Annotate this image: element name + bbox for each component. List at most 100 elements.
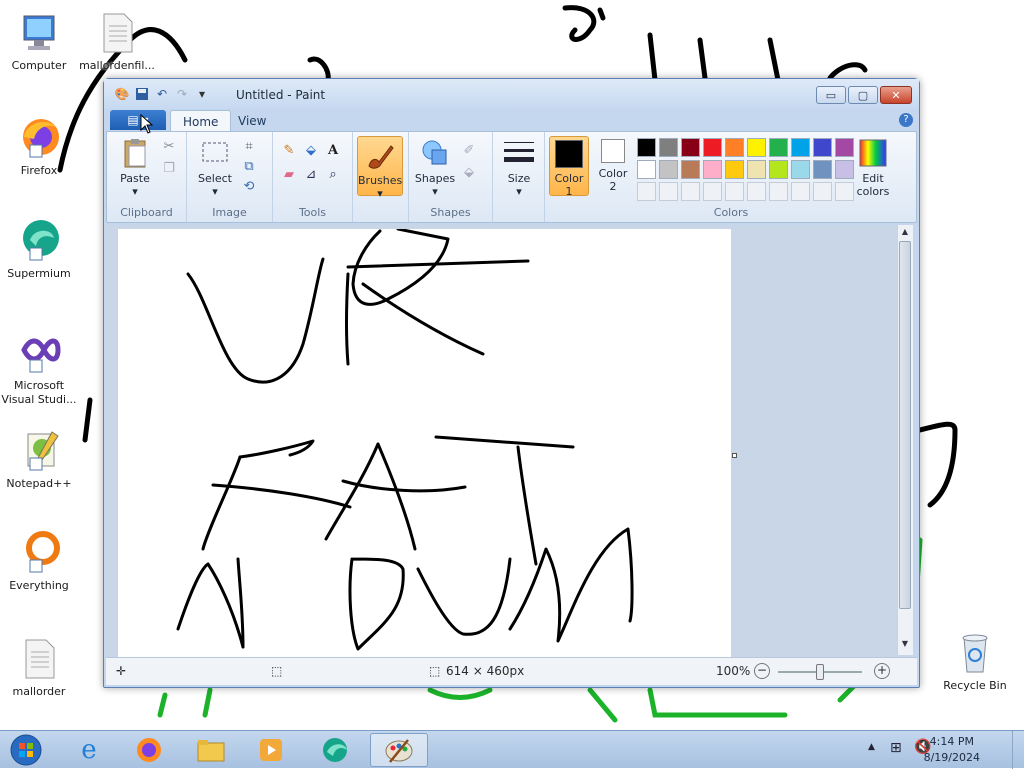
desktop-icon-mallordenfil[interactable]: mallordenfil...: [78, 10, 156, 73]
palette-swatch-empty[interactable]: [703, 182, 722, 201]
show-hidden-icons[interactable]: ▲: [868, 742, 875, 752]
customize-qat-icon[interactable]: ▾: [194, 86, 210, 102]
palette-swatch[interactable]: [703, 138, 722, 157]
taskbar-media-player[interactable]: [244, 733, 298, 767]
desktop-icon-firefox[interactable]: Firefox: [0, 115, 78, 178]
palette-swatch[interactable]: [725, 138, 744, 157]
save-icon[interactable]: [134, 86, 150, 102]
zoom-slider-thumb[interactable]: [816, 664, 824, 680]
palette-swatch[interactable]: [681, 160, 700, 179]
size-group: Size ▾: [493, 132, 545, 222]
palette-swatch-empty[interactable]: [791, 182, 810, 201]
shapes-button[interactable]: Shapes ▾: [413, 138, 457, 198]
magnifier-icon[interactable]: ⌕: [323, 164, 343, 184]
close-button[interactable]: ✕: [880, 86, 912, 104]
tab-home[interactable]: Home: [170, 110, 232, 131]
paste-button[interactable]: Paste ▾: [113, 138, 157, 198]
palette-swatch[interactable]: [813, 138, 832, 157]
file-menu-button[interactable]: ▤ ▾: [110, 110, 166, 130]
brushes-button[interactable]: Brushes ▾: [357, 136, 403, 200]
outline-icon[interactable]: ✐: [459, 140, 479, 160]
paint-app-icon[interactable]: 🎨: [114, 86, 130, 102]
palette-swatch-empty[interactable]: [659, 182, 678, 201]
palette-swatch-empty[interactable]: [681, 182, 700, 201]
palette-swatch[interactable]: [747, 160, 766, 179]
scroll-down-icon[interactable]: ▼: [899, 639, 911, 651]
zoom-in-icon[interactable]: +: [874, 663, 890, 679]
palette-swatch-empty[interactable]: [813, 182, 832, 201]
color2-button[interactable]: Color 2: [593, 139, 633, 193]
crop-icon[interactable]: ⌗: [239, 136, 259, 156]
palette-swatch[interactable]: [769, 160, 788, 179]
cut-icon[interactable]: ✂: [159, 136, 179, 156]
fill-icon[interactable]: ⬙: [301, 140, 321, 160]
desktop-icon-mallorder[interactable]: mallorder: [0, 636, 78, 699]
palette-swatch[interactable]: [637, 160, 656, 179]
desktop-icon-visual-studio[interactable]: Microsoft Visual Studi...: [0, 330, 78, 407]
minimize-button[interactable]: ▭: [816, 86, 846, 104]
paint-window[interactable]: 🎨 ↶ ↷ ▾ Untitled - Paint ▭ ▢ ✕ ▤ ▾ Home …: [103, 78, 920, 688]
maximize-button[interactable]: ▢: [848, 86, 878, 104]
palette-swatch[interactable]: [813, 160, 832, 179]
shape-fill-icon[interactable]: ⬙: [459, 162, 479, 182]
visual-studio-icon: [16, 330, 62, 376]
redo-icon[interactable]: ↷: [174, 86, 190, 102]
minimize-icon: ▭: [825, 88, 837, 102]
show-desktop-button[interactable]: [1012, 731, 1024, 769]
select-button[interactable]: Select ▾: [193, 138, 237, 198]
color2-swatch: [601, 139, 625, 163]
taskbar-internet-explorer[interactable]: e: [62, 733, 116, 767]
start-button[interactable]: [0, 733, 52, 767]
media-player-icon: [260, 739, 282, 761]
palette-swatch[interactable]: [659, 160, 678, 179]
palette-swatch[interactable]: [791, 160, 810, 179]
shapes-group: Shapes ▾ ✐ ⬙ Shapes: [409, 132, 493, 222]
taskbar-explorer[interactable]: [184, 733, 238, 767]
desktop-icon-supermium[interactable]: Supermium: [0, 218, 78, 281]
desktop-icon-recycle-bin[interactable]: Recycle Bin: [936, 630, 1014, 693]
size-button[interactable]: Size ▾: [499, 138, 539, 198]
selection-size-icon: ⬚: [271, 664, 283, 678]
clock[interactable]: 4:14 PM 8/19/2024: [924, 734, 980, 766]
palette-swatch[interactable]: [747, 138, 766, 157]
palette-swatch-empty[interactable]: [747, 182, 766, 201]
palette-swatch-empty[interactable]: [769, 182, 788, 201]
color1-button[interactable]: Color 1: [549, 136, 589, 198]
network-icon[interactable]: ⊞: [890, 740, 902, 756]
palette-swatch[interactable]: [769, 138, 788, 157]
taskbar-paint[interactable]: [370, 733, 428, 767]
resize-icon[interactable]: ⧉: [239, 156, 259, 176]
title-bar[interactable]: 🎨 ↶ ↷ ▾ Untitled - Paint ▭ ▢ ✕: [104, 79, 919, 109]
zoom-out-icon[interactable]: −: [754, 663, 770, 679]
taskbar-supermium[interactable]: [308, 733, 362, 767]
palette-swatch[interactable]: [725, 160, 744, 179]
vertical-scrollbar[interactable]: ▲ ▼: [897, 225, 913, 655]
scroll-thumb[interactable]: [899, 241, 911, 609]
desktop-icon-everything[interactable]: Everything: [0, 530, 78, 593]
taskbar-firefox[interactable]: [122, 733, 176, 767]
help-icon[interactable]: ?: [899, 113, 913, 127]
palette-swatch[interactable]: [659, 138, 678, 157]
palette-swatch[interactable]: [703, 160, 722, 179]
tab-view[interactable]: View: [226, 110, 278, 131]
palette-swatch-empty[interactable]: [637, 182, 656, 201]
folder-icon: [197, 740, 225, 762]
pencil-icon[interactable]: ✎: [279, 140, 299, 160]
copy-icon[interactable]: ❐: [159, 158, 179, 178]
undo-icon[interactable]: ↶: [154, 86, 170, 102]
desktop-icon-notepadpp[interactable]: Notepad++: [0, 428, 78, 491]
text-tool-icon[interactable]: A: [323, 140, 343, 160]
edit-colors-button[interactable]: Edit colors: [851, 138, 895, 198]
palette-swatch[interactable]: [791, 138, 810, 157]
eraser-icon[interactable]: ▰: [279, 164, 299, 184]
drawing-canvas[interactable]: [118, 227, 731, 657]
canvas-resize-handle[interactable]: [732, 453, 737, 458]
supermium-icon: [323, 738, 347, 762]
rotate-icon[interactable]: ⟲: [239, 176, 259, 196]
desktop-icon-computer[interactable]: Computer: [0, 10, 78, 73]
color-picker-icon[interactable]: ⊿: [301, 164, 321, 184]
palette-swatch-empty[interactable]: [725, 182, 744, 201]
palette-swatch[interactable]: [681, 138, 700, 157]
palette-swatch[interactable]: [637, 138, 656, 157]
scroll-up-icon[interactable]: ▲: [899, 227, 911, 239]
